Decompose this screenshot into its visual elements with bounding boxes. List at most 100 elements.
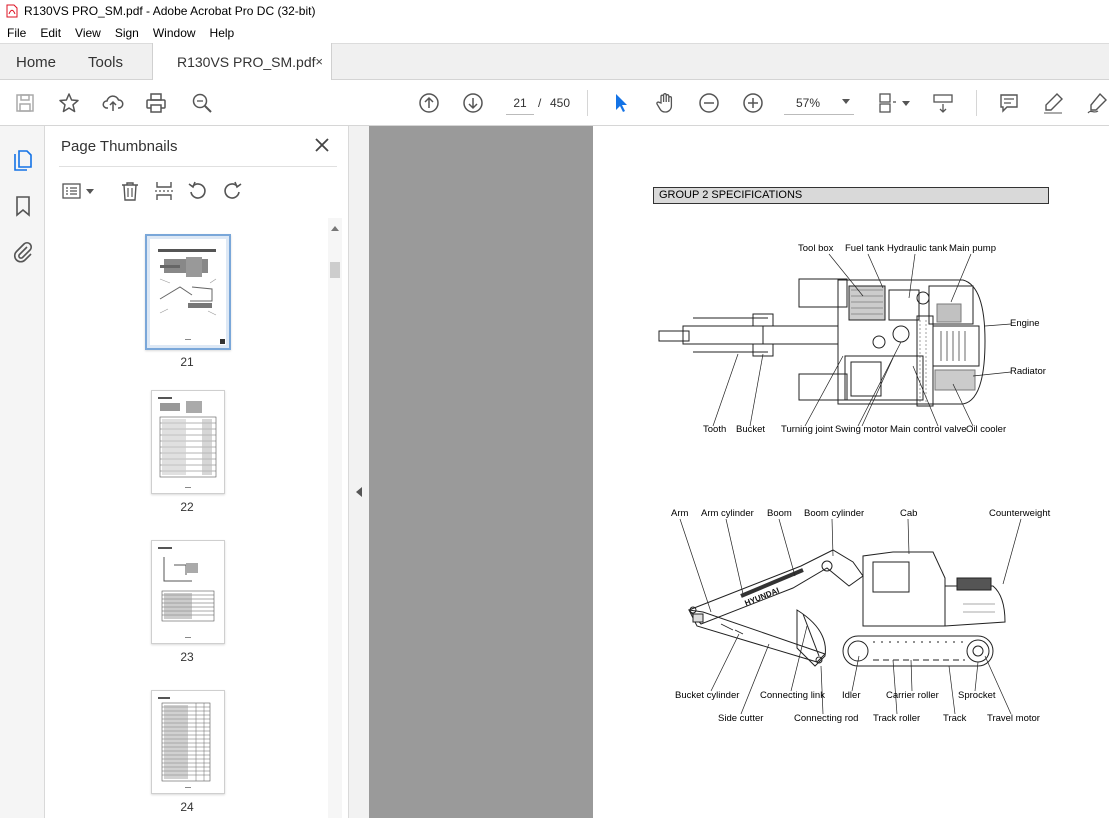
thumbnail-label: 23 [180, 650, 194, 664]
panel-title: Page Thumbnails [61, 138, 178, 155]
delete-trash-icon[interactable] [119, 180, 141, 202]
label-cab: Cab [900, 508, 918, 519]
menu-sign[interactable]: Sign [109, 26, 145, 40]
select-cursor-icon[interactable] [608, 90, 634, 116]
label-idler: Idler [842, 690, 861, 701]
top-view-drawing [658, 278, 986, 407]
thumbnail-page-23[interactable] [151, 540, 225, 644]
acrobat-window: R130VS PRO_SM.pdf - Adobe Acrobat Pro DC… [0, 0, 1109, 818]
scrollbar-thumb[interactable] [330, 262, 340, 278]
label-oil-cooler: Oil cooler [966, 424, 1007, 435]
menu-bar: File Edit View Sign Window Help [0, 22, 1109, 43]
page-fit-icon[interactable] [874, 90, 900, 116]
close-icon[interactable] [314, 137, 330, 153]
tab-document-label: R130VS PRO_SM.pdf [177, 53, 316, 70]
bookmarks-icon[interactable] [11, 194, 35, 218]
rotate-clockwise-icon[interactable] [221, 180, 243, 202]
panel-divider [59, 166, 337, 167]
label-main-pump: Main pump [949, 243, 996, 254]
label-boom: Boom [767, 508, 792, 519]
thumbnails-list: 21 22 23 24 [59, 218, 324, 818]
label-side-cutter: Side cutter [718, 713, 764, 724]
menu-view[interactable]: View [69, 26, 107, 40]
find-zoom-icon[interactable] [189, 90, 215, 116]
label-track: Track [943, 713, 967, 724]
label-swing-motor: Swing motor [835, 424, 888, 435]
zoom-level-value: 57% [796, 95, 821, 110]
attachments-paperclip-icon[interactable] [11, 240, 35, 264]
draw-sign-icon[interactable] [1084, 90, 1109, 116]
thumbnail-preview [158, 397, 217, 488]
toolbar-divider [587, 90, 588, 116]
tab-document[interactable]: R130VS PRO_SM.pdf × [152, 43, 332, 80]
thumbnail-label: 24 [180, 800, 194, 814]
label-hydraulic-tank: Hydraulic tank [887, 243, 948, 254]
thumbnail-page-24[interactable] [151, 690, 225, 794]
label-bucket: Bucket [736, 424, 766, 435]
next-page-icon[interactable] [460, 90, 486, 116]
thumbnail-page-22[interactable] [151, 390, 225, 494]
menu-edit[interactable]: Edit [34, 26, 67, 40]
panel-splitter[interactable] [349, 126, 369, 818]
print-icon[interactable] [143, 90, 169, 116]
collapse-panel-icon[interactable] [356, 487, 362, 497]
thumbnail-label: 22 [180, 500, 194, 514]
scroll-mode-icon[interactable] [930, 90, 956, 116]
left-navigation-rail [0, 126, 45, 818]
label-radiator: Radiator [1010, 366, 1046, 377]
thumbnail-preview [150, 239, 226, 345]
toolbar-divider [976, 90, 977, 116]
window-title: R130VS PRO_SM.pdf - Adobe Acrobat Pro DC… [24, 4, 316, 18]
document-view[interactable]: GROUP 2 SPECIFICATIONS HYUNDAI Tool box … [369, 126, 1109, 818]
tab-bar: Home Tools R130VS PRO_SM.pdf × [0, 43, 1109, 80]
save-icon[interactable] [12, 90, 38, 116]
label-arm-cylinder: Arm cylinder [701, 508, 754, 519]
label-connecting-link: Connecting link [760, 690, 825, 701]
menu-help[interactable]: Help [204, 26, 241, 40]
page-separator: / [538, 96, 542, 110]
label-tool-box: Tool box [798, 243, 834, 254]
menu-file[interactable]: File [1, 26, 32, 40]
options-chevron-down-icon[interactable] [86, 189, 94, 194]
label-carrier-roller: Carrier roller [886, 690, 939, 701]
highlight-pen-icon[interactable] [1040, 90, 1066, 116]
page-number-input[interactable] [506, 91, 534, 115]
previous-page-icon[interactable] [416, 90, 442, 116]
label-boom-cylinder: Boom cylinder [804, 508, 865, 519]
bookmark-star-icon[interactable] [56, 90, 82, 116]
thumbnail-preview [158, 547, 215, 638]
zoom-out-icon[interactable] [696, 90, 722, 116]
pdf-page: GROUP 2 SPECIFICATIONS HYUNDAI Tool box … [593, 126, 1109, 818]
zoom-in-icon[interactable] [740, 90, 766, 116]
upload-cloud-icon[interactable] [100, 90, 126, 116]
menu-window[interactable]: Window [147, 26, 202, 40]
label-main-control-valve: Main control valve [890, 424, 967, 435]
label-bucket-cylinder: Bucket cylinder [675, 690, 740, 701]
label-travel-motor: Travel motor [987, 713, 1040, 724]
tab-tools[interactable]: Tools [88, 54, 123, 71]
insert-pages-icon[interactable] [153, 180, 175, 202]
comment-icon[interactable] [996, 90, 1022, 116]
tab-home[interactable]: Home [16, 54, 56, 71]
label-track-roller: Track roller [873, 713, 921, 724]
page-fit-chevron-icon[interactable] [902, 101, 910, 106]
label-connecting-rod: Connecting rod [794, 713, 859, 724]
label-sprocket: Sprocket [958, 690, 996, 701]
page-thumbnails-icon[interactable] [11, 148, 35, 172]
thumbnail-page-21[interactable] [145, 234, 231, 350]
thumbnails-scrollbar[interactable] [328, 218, 342, 818]
tab-close-icon[interactable]: × [315, 54, 323, 69]
label-engine: Engine [1010, 318, 1040, 329]
side-view-leaders [679, 518, 1022, 715]
label-arm: Arm [671, 508, 689, 519]
hand-tool-icon[interactable] [652, 90, 678, 116]
thumbnail-options-icon[interactable] [61, 180, 83, 202]
scroll-up-icon[interactable] [331, 226, 339, 231]
label-tooth: Tooth [703, 424, 727, 435]
rotate-counterclockwise-icon[interactable] [187, 180, 209, 202]
page-thumbnails-panel: Page Thumbnails 21 22 23 24 [45, 126, 349, 818]
chevron-down-icon [842, 99, 850, 104]
thumbnail-label: 21 [180, 355, 194, 369]
pdf-app-icon [6, 4, 18, 18]
zoom-level-dropdown[interactable]: 57% [784, 91, 854, 115]
